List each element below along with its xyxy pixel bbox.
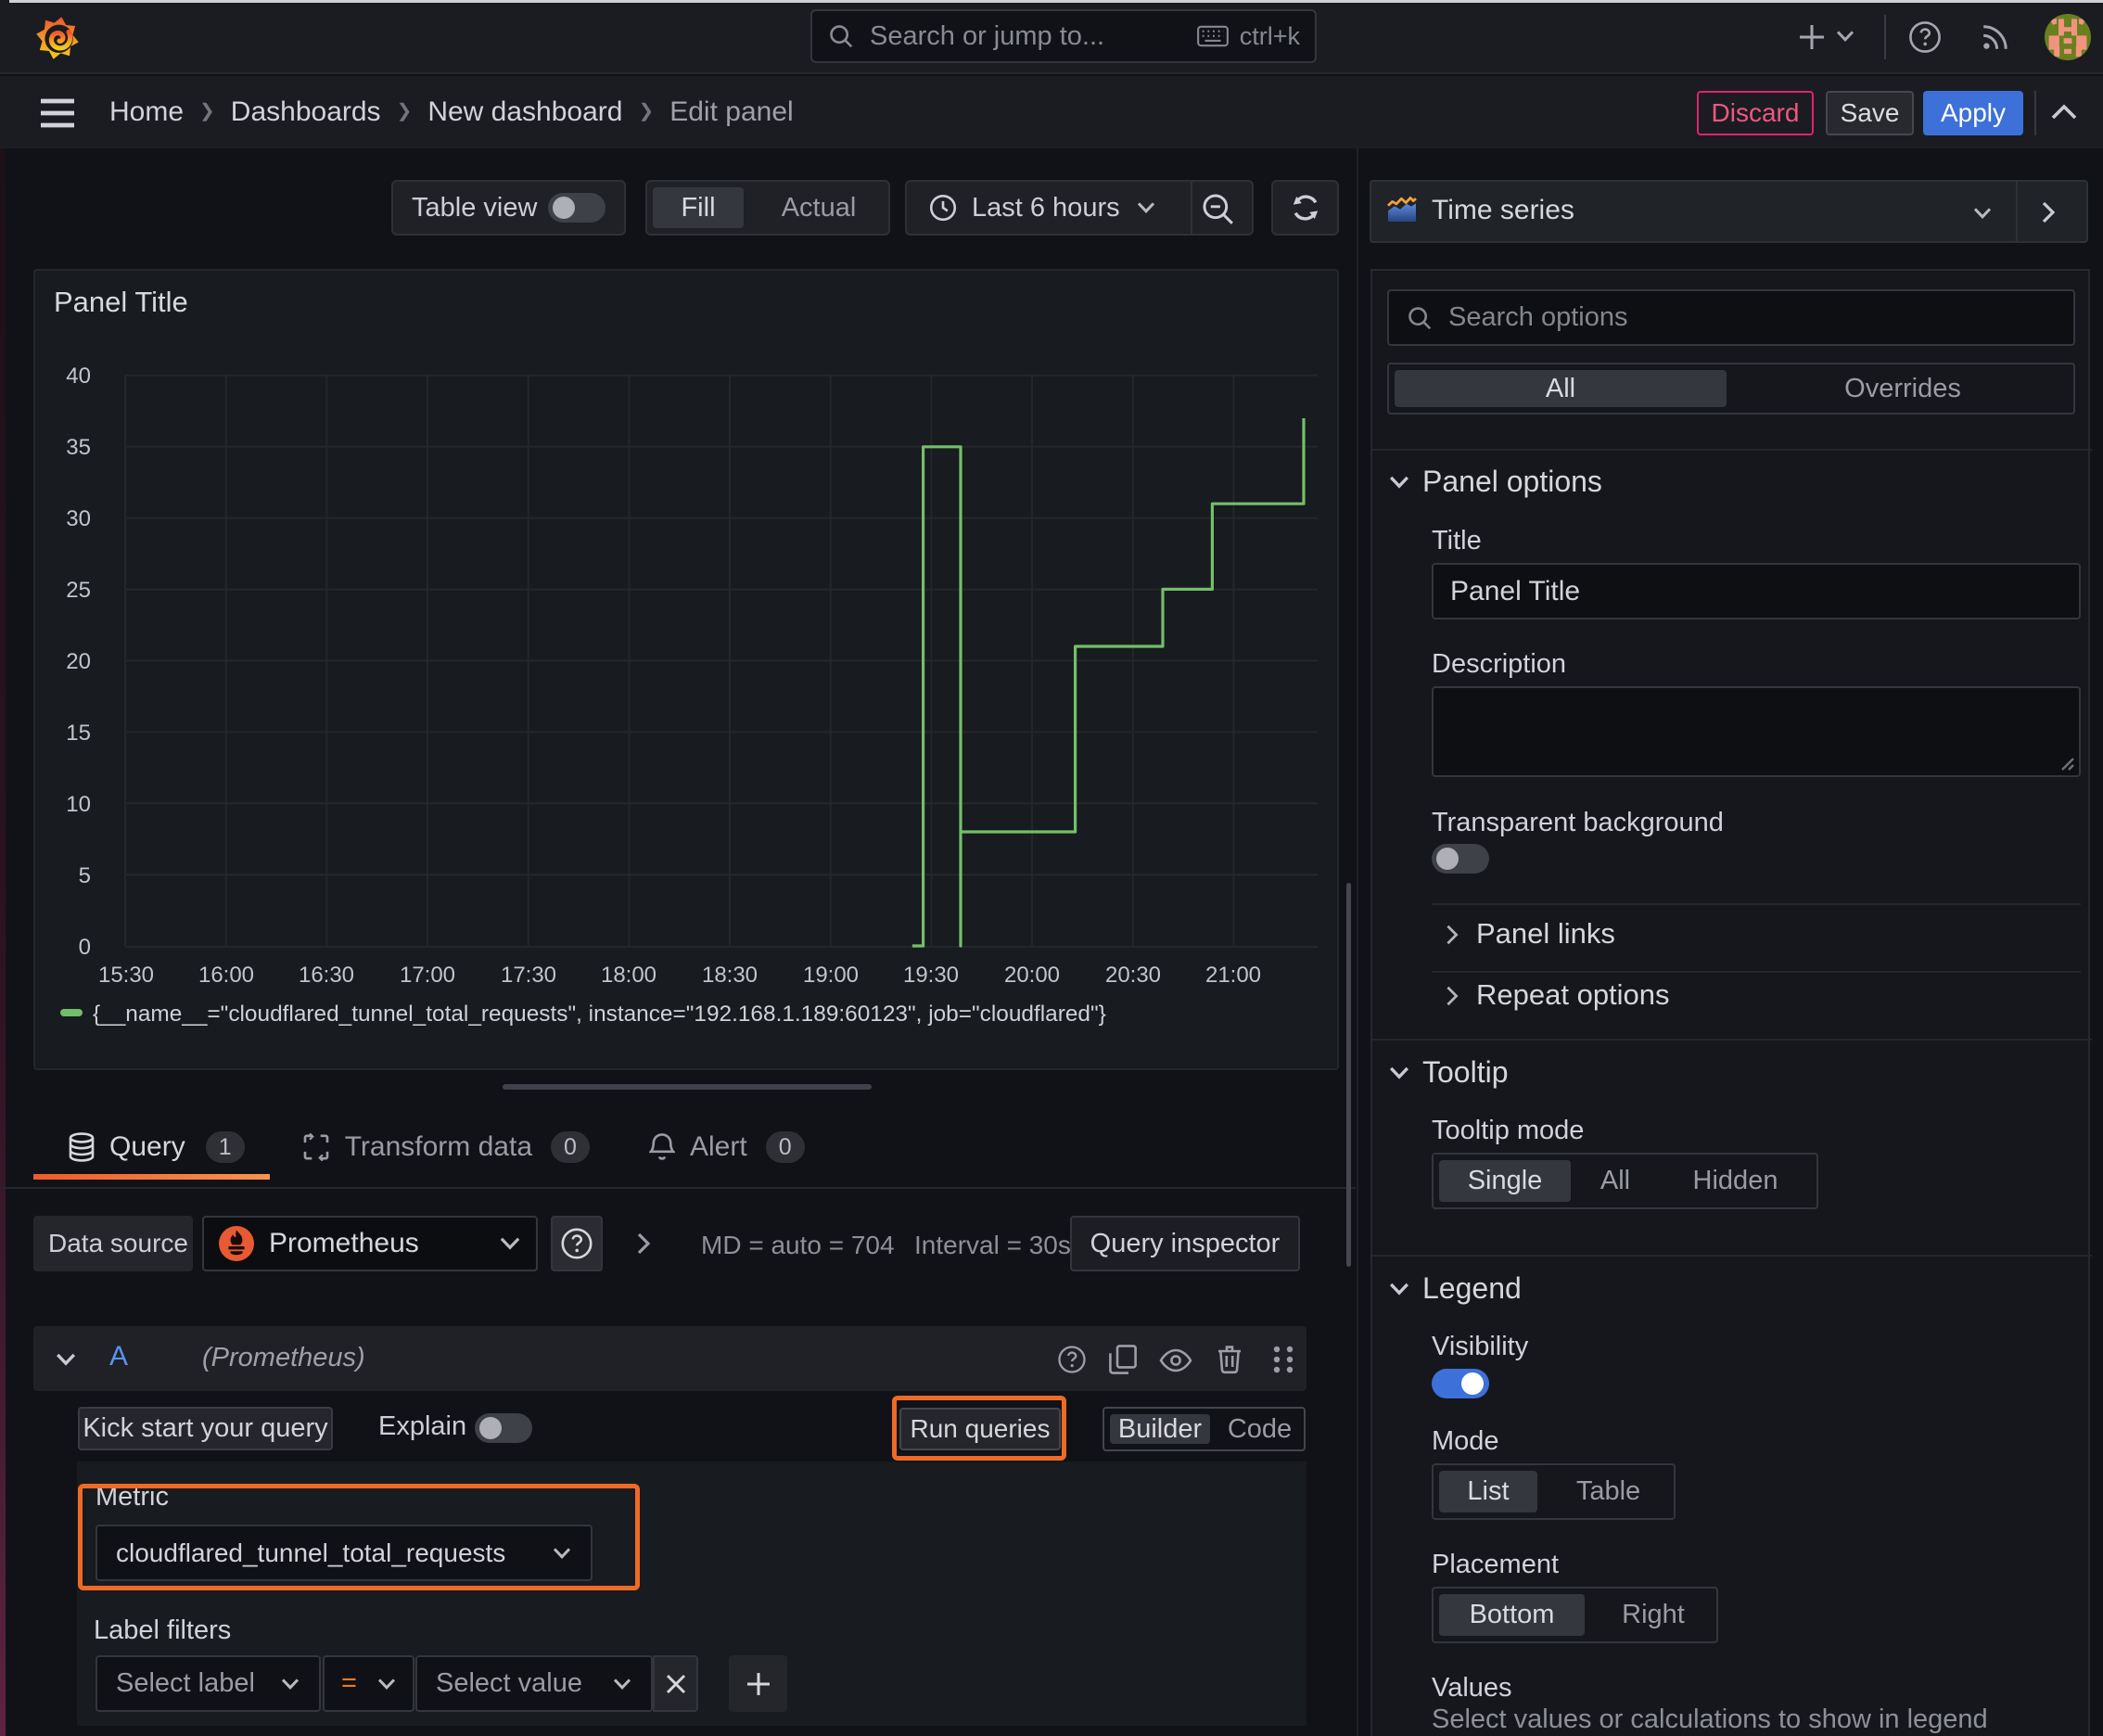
svg-text:35: 35	[66, 435, 91, 460]
svg-text:0: 0	[79, 935, 91, 960]
svg-text:18:30: 18:30	[702, 963, 758, 988]
svg-text:40: 40	[66, 364, 91, 389]
svg-text:16:00: 16:00	[198, 963, 254, 988]
svg-text:15: 15	[66, 721, 91, 746]
svg-text:30: 30	[66, 506, 91, 531]
svg-text:10: 10	[66, 792, 91, 817]
svg-text:19:00: 19:00	[803, 963, 859, 988]
svg-text:20:00: 20:00	[1004, 963, 1060, 988]
svg-text:15:30: 15:30	[98, 963, 154, 988]
svg-text:25: 25	[66, 578, 91, 603]
svg-text:19:30: 19:30	[903, 963, 959, 988]
svg-text:20:30: 20:30	[1105, 963, 1161, 988]
svg-text:16:30: 16:30	[299, 963, 354, 988]
svg-text:{__name__="cloudflared_tunnel_: {__name__="cloudflared_tunnel_total_requ…	[93, 1002, 1106, 1027]
svg-text:20: 20	[66, 649, 91, 674]
svg-text:18:00: 18:00	[601, 963, 656, 988]
svg-text:17:30: 17:30	[501, 963, 556, 988]
svg-text:5: 5	[79, 863, 91, 888]
svg-text:17:00: 17:00	[400, 963, 455, 988]
svg-text:21:00: 21:00	[1205, 963, 1261, 988]
